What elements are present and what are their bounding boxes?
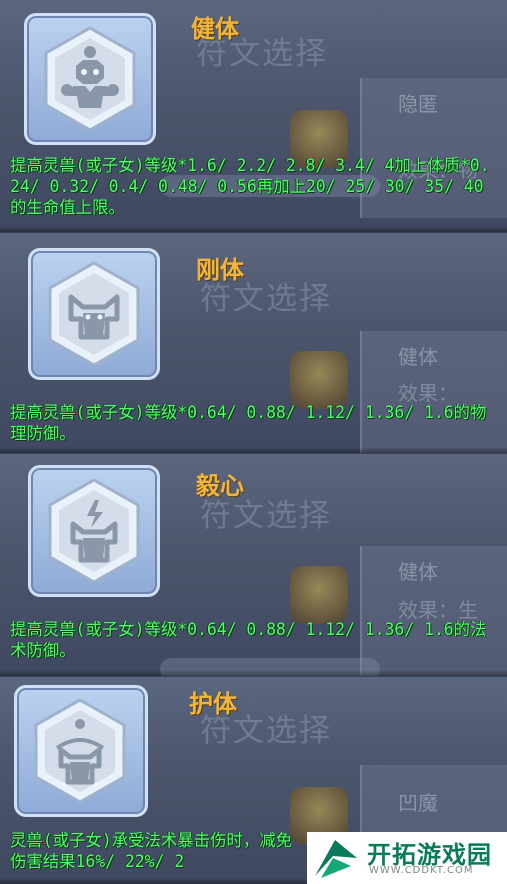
skill-card-2: 符文选择 健体 效果： 刚体 提高灵兽(或子女)等级*0.64/ 0.88/ 1… bbox=[0, 233, 507, 453]
background-orb bbox=[290, 566, 348, 624]
background-panel-text: 健体 bbox=[398, 560, 438, 584]
arrow-logo-icon bbox=[315, 840, 357, 878]
beast-shield-icon bbox=[48, 261, 140, 367]
background-panel-text: 健体 bbox=[398, 345, 438, 369]
skill-description: 灵兽(或子女)承受法术暴击伤时，减免伤害结果16%/ 22%/ 2 bbox=[10, 831, 292, 871]
skill-card-1: 符文选择 隐匿 效果：物 健体 提高灵兽(或子女)等级*1.6/ 2.2/ 2.… bbox=[0, 0, 507, 232]
background-panel-text: 隐匿 bbox=[398, 92, 438, 116]
skill-description: 提高灵兽(或子女)等级*0.64/ 0.88/ 1.12/ 1.36/ 1.6的… bbox=[10, 620, 487, 660]
skill-title: 护体 bbox=[189, 690, 237, 718]
beast-lightning-icon bbox=[48, 478, 140, 584]
background-panel-text: 凹魔 bbox=[398, 791, 438, 815]
skill-icon-frame[interactable] bbox=[14, 685, 148, 817]
skill-description: 提高灵兽(或子女)等级*0.64/ 0.88/ 1.12/ 1.36/ 1.6的… bbox=[10, 403, 487, 443]
site-logo[interactable]: 开拓游戏园 WWW.CDDKT.COM bbox=[307, 832, 507, 884]
skill-description: 提高灵兽(或子女)等级*1.6/ 2.2/ 2.8/ 3.4/ 4加上体质*0.… bbox=[10, 156, 490, 217]
skill-title: 健体 bbox=[191, 15, 239, 43]
skill-title: 刚体 bbox=[196, 256, 244, 284]
background-orb bbox=[290, 351, 348, 409]
logo-url: WWW.CDDKT.COM bbox=[369, 865, 474, 876]
beast-halo-icon bbox=[34, 698, 126, 804]
skill-title: 毅心 bbox=[196, 472, 244, 500]
skill-card-3: 符文选择 健体 效果：生 毅心 提高灵兽(或子女)等级*0.64/ 0.88/ … bbox=[0, 454, 507, 676]
skill-icon-frame[interactable] bbox=[24, 13, 156, 145]
skill-icon-frame[interactable] bbox=[28, 465, 160, 597]
skill-icon-frame[interactable] bbox=[28, 248, 160, 380]
beast-muscle-icon bbox=[44, 26, 136, 132]
